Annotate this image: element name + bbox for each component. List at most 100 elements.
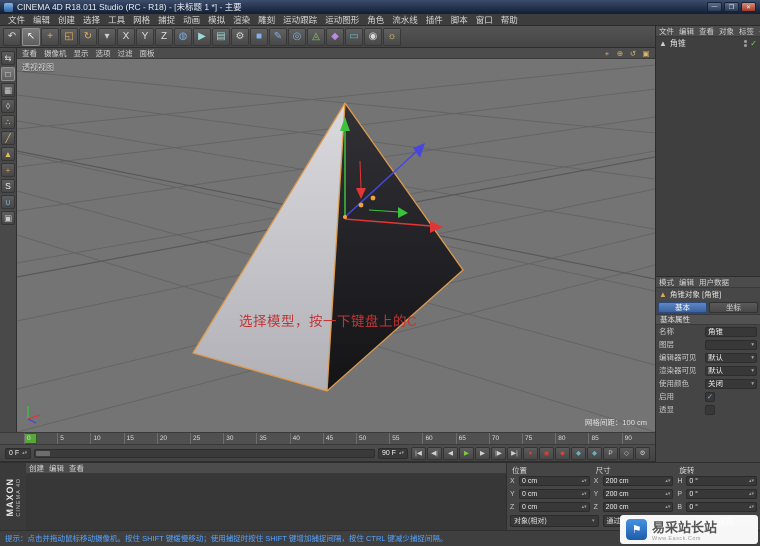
texture-mode-button[interactable]: ▦ <box>1 83 15 97</box>
attribute-tab[interactable]: 基本 <box>658 302 707 313</box>
menu-item[interactable]: 帮助 <box>497 14 522 25</box>
undo-button[interactable]: ↶ <box>3 27 21 46</box>
menu-item[interactable]: 渲染 <box>229 14 254 25</box>
viewport-label[interactable]: 透视视图 <box>22 62 54 73</box>
close-button[interactable]: ✕ <box>741 2 756 12</box>
coordinate-input[interactable]: 200 cm ▴▾ <box>602 489 674 499</box>
material-manager-menu-item[interactable]: 编辑 <box>49 463 64 473</box>
attribute-manager-menu-item[interactable]: 编辑 <box>679 277 694 287</box>
spinner-icon[interactable]: ▴▾ <box>582 478 587 484</box>
material-manager-menu-item[interactable]: 创建 <box>29 463 44 473</box>
viewport-solo-button[interactable]: S <box>1 179 15 193</box>
spinner-icon[interactable]: ▴▾ <box>749 478 754 484</box>
object-tree[interactable]: ▲ 角锥 ✓ <box>656 37 760 276</box>
menu-item[interactable]: 网格 <box>129 14 154 25</box>
menu-item[interactable]: 文件 <box>4 14 29 25</box>
attribute-value[interactable]: 关闭 ▾ <box>705 378 757 389</box>
attribute-value[interactable]: 默认 ▾ <box>705 365 757 376</box>
viewport-menu-item[interactable]: 查看 <box>22 48 37 59</box>
coordinate-input[interactable]: 0 ° ▴▾ <box>686 502 758 512</box>
coordinate-mode-dropdown[interactable]: 对象(相对) ▾ <box>510 515 599 527</box>
recent-tools-dropdown[interactable]: ▾ <box>98 27 116 46</box>
object-manager-menu-item[interactable]: 编辑 <box>679 26 694 36</box>
visibility-toggles[interactable] <box>744 40 748 47</box>
section-header-basic-properties[interactable]: 基本属性 <box>656 314 760 325</box>
subdivision-surface-button[interactable]: ◎ <box>288 27 306 46</box>
start-frame-field[interactable]: 0 F ▴▾ <box>5 447 32 459</box>
spinner-icon[interactable]: ▴▾ <box>749 504 754 510</box>
coordinate-input[interactable]: 0 ° ▴▾ <box>686 489 758 499</box>
menu-item[interactable]: 运动跟踪 <box>279 14 321 25</box>
material-manager-menu-item[interactable]: 查看 <box>69 463 84 473</box>
record-scale-button[interactable]: ◆ <box>571 446 586 460</box>
play-button[interactable]: ▶ <box>459 446 474 460</box>
coordinate-input[interactable]: 200 cm ▴▾ <box>602 476 674 486</box>
perspective-viewport[interactable]: 查看 摄像机 显示 选项 过滤 面板 + ⊕ ↺ ▣ 透视视图 选择模型，按一下… <box>17 48 655 432</box>
render-view-button[interactable]: ▶ <box>193 27 211 46</box>
attribute-value[interactable]: 默认 ▾ <box>705 352 757 363</box>
attribute-value[interactable]: ▾ <box>705 404 715 415</box>
menu-item[interactable]: 模拟 <box>204 14 229 25</box>
viewport-menu-item[interactable]: 摄像机 <box>44 48 67 59</box>
goto-start-button[interactable]: |◀ <box>411 446 426 460</box>
viewport-canvas[interactable]: 透视视图 选择模型，按一下键盘上的C 网格间距：100 cm <box>17 59 655 432</box>
points-mode-button[interactable]: ∴ <box>1 115 15 129</box>
viewport-menu-item[interactable]: 选项 <box>96 48 111 59</box>
menu-item[interactable]: 运动图形 <box>321 14 363 25</box>
record-keyframe-button[interactable]: ● <box>523 446 538 460</box>
coordinate-input[interactable]: 0 cm ▴▾ <box>519 476 590 486</box>
rotate-tool[interactable]: ↻ <box>79 27 97 46</box>
attribute-value[interactable]: 角锥 ▾ <box>705 326 757 337</box>
render-picture-viewer-button[interactable]: ▤ <box>212 27 230 46</box>
viewport-zoom-icon[interactable]: ⊕ <box>615 49 625 58</box>
viewport-pan-icon[interactable]: + <box>602 49 612 58</box>
object-manager-menu-item[interactable]: 标签 <box>739 26 754 36</box>
menu-item[interactable]: 窗口 <box>472 14 497 25</box>
scale-tool[interactable]: ◱ <box>60 27 78 46</box>
camera-button[interactable]: ◉ <box>364 27 382 46</box>
attribute-manager-menu-item[interactable]: 模式 <box>659 277 674 287</box>
goto-end-button[interactable]: ▶| <box>507 446 522 460</box>
lock-y-axis-button[interactable]: Y <box>136 27 154 46</box>
spinner-icon[interactable]: ▴▾ <box>399 450 404 456</box>
spinner-icon[interactable]: ▴▾ <box>665 478 670 484</box>
attribute-manager-menu-item[interactable]: 用户数据 <box>699 277 729 287</box>
array-generator-button[interactable]: ◬ <box>307 27 325 46</box>
menu-item[interactable]: 编辑 <box>29 14 54 25</box>
add-cube-primitive-button[interactable]: ■ <box>250 27 268 46</box>
light-button[interactable]: ☼ <box>383 27 401 46</box>
menu-item[interactable]: 动画 <box>179 14 204 25</box>
live-selection-tool[interactable]: ↖ <box>22 27 40 46</box>
object-manager-menu-item[interactable]: 文件 <box>659 26 674 36</box>
menu-item[interactable]: 雕刻 <box>254 14 279 25</box>
viewport-maximize-icon[interactable]: ▣ <box>641 49 651 58</box>
timeline-slider-handle[interactable] <box>36 450 51 456</box>
end-frame-field[interactable]: 90 F ▴▾ <box>377 447 408 459</box>
lock-x-axis-button[interactable]: X <box>117 27 135 46</box>
menu-item[interactable]: 插件 <box>422 14 447 25</box>
environment-button[interactable]: ▭ <box>345 27 363 46</box>
object-manager-menu-item[interactable]: 对象 <box>719 26 734 36</box>
enable-axis-button[interactable]: + <box>1 163 15 177</box>
coordinate-system-button[interactable]: ◍ <box>174 27 192 46</box>
viewport-menu-item[interactable]: 显示 <box>74 48 89 59</box>
spinner-icon[interactable]: ▴▾ <box>665 504 670 510</box>
playback-settings-button[interactable]: ⚙ <box>635 446 650 460</box>
timeline-ruler[interactable]: 0 5 10 15 20 25 30 35 40 45 50 55 60 65 70 75 80 85 90 <box>0 432 655 445</box>
attribute-tab[interactable]: 坐标 <box>709 302 758 313</box>
spinner-icon[interactable]: ▴▾ <box>749 491 754 497</box>
prev-key-button[interactable]: ◀| <box>427 446 442 460</box>
coordinate-input[interactable]: 0 ° ▴▾ <box>686 476 758 486</box>
menu-item[interactable]: 脚本 <box>447 14 472 25</box>
record-rotation-button[interactable]: ◆ <box>587 446 602 460</box>
minimize-button[interactable]: — <box>707 2 722 12</box>
make-editable-button[interactable]: ⇆ <box>1 51 15 65</box>
menu-item[interactable]: 工具 <box>104 14 129 25</box>
deformer-button[interactable]: ◆ <box>326 27 344 46</box>
menu-item[interactable]: 捕捉 <box>154 14 179 25</box>
snapping-button[interactable]: ∪ <box>1 195 15 209</box>
attribute-value[interactable]: ▾ <box>705 339 757 350</box>
model-mode-button[interactable]: □ <box>1 67 15 81</box>
edges-mode-button[interactable]: ╱ <box>1 131 15 145</box>
workplane-mode-button[interactable]: ◊ <box>1 99 15 113</box>
